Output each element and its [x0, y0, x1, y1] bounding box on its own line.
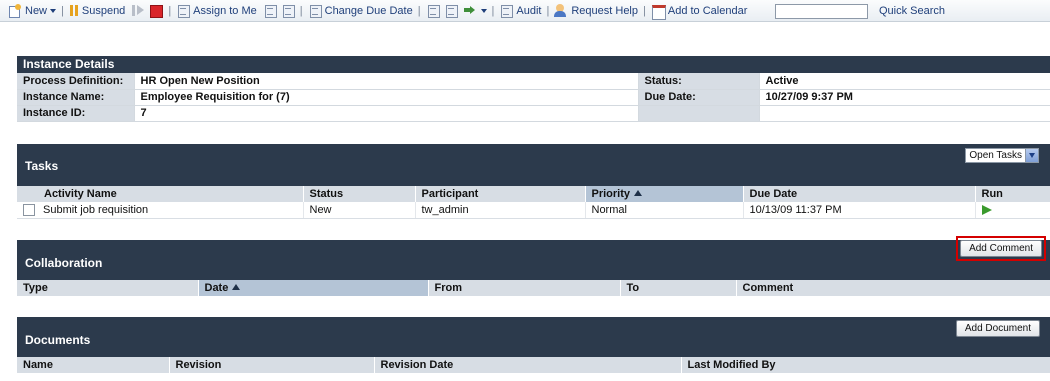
col-priority[interactable]: Priority	[585, 186, 744, 202]
new-button[interactable]: New	[8, 4, 57, 18]
assign-back-button[interactable]	[281, 4, 295, 18]
table-row: Submit job requisition New tw_admin Norm…	[17, 202, 1050, 219]
add-comment-highlight: Add Comment	[956, 236, 1046, 261]
col-date[interactable]: Date	[198, 280, 429, 296]
instance-details-table: Process Definition: HR Open New Position…	[17, 73, 1050, 122]
detail-row-name: Instance Name: Employee Requisition for …	[17, 89, 1050, 106]
instance-details-section: Instance Details Process Definition: HR …	[17, 56, 1050, 122]
view-button[interactable]	[444, 4, 458, 18]
col-comment[interactable]: Comment	[736, 280, 1050, 296]
sort-ascending-icon	[634, 190, 643, 196]
priority-button[interactable]	[426, 4, 440, 18]
task-filter-select[interactable]: Open Tasks	[965, 148, 1039, 163]
reassign-button[interactable]	[263, 4, 277, 18]
documents-table: Name Revision Revision Date Last Modifie…	[17, 357, 1050, 373]
sort-ascending-icon	[232, 284, 241, 290]
tasks-header-row: Activity Name Status Participant Priorit…	[17, 186, 1050, 202]
resume-button[interactable]	[131, 4, 145, 17]
stop-button[interactable]	[149, 4, 164, 18]
quick-search-input[interactable]	[775, 4, 868, 19]
move-icon	[463, 4, 478, 17]
help-person-icon	[554, 4, 568, 17]
new-icon	[8, 4, 22, 18]
documents-header-row: Name Revision Revision Date Last Modifie…	[17, 357, 1050, 373]
col-run[interactable]: Run	[975, 186, 1050, 202]
collaboration-header-row: Type Date From To Comment	[17, 280, 1050, 296]
add-document-button[interactable]: Add Document	[955, 320, 1040, 337]
col-due-date[interactable]: Due Date	[743, 186, 976, 202]
audit-button[interactable]: Audit	[499, 4, 541, 18]
col-status[interactable]: Status	[303, 186, 416, 202]
quick-search-link[interactable]: Quick Search	[879, 5, 945, 17]
stop-icon	[149, 4, 164, 18]
calendar-icon	[651, 4, 666, 20]
detail-row-id: Instance ID: 7	[17, 105, 1050, 122]
audit-icon	[499, 4, 514, 18]
request-help-button[interactable]: Request Help	[554, 4, 638, 17]
add-to-calendar-button[interactable]: Add to Calendar	[651, 4, 747, 20]
assign-back-icon	[281, 4, 295, 18]
instance-details-title: Instance Details	[17, 56, 1050, 73]
collaboration-table: Type Date From To Comment	[17, 280, 1050, 296]
col-name[interactable]: Name	[17, 357, 170, 373]
assign-icon	[176, 4, 191, 18]
tasks-title: Tasks	[25, 159, 59, 173]
col-last-modified-by[interactable]: Last Modified By	[681, 357, 1050, 373]
task-checkbox[interactable]	[23, 203, 35, 216]
chevron-down-icon	[480, 8, 487, 13]
tasks-table: Activity Name Status Participant Priorit…	[17, 186, 1050, 219]
change-due-date-button[interactable]: Change Due Date	[308, 4, 413, 18]
task-activity-link[interactable]: Submit job requisition	[43, 204, 148, 216]
col-revision[interactable]: Revision	[169, 357, 375, 373]
assign-to-me-button[interactable]: Assign to Me	[176, 4, 257, 18]
priority-icon	[426, 4, 440, 18]
add-comment-button[interactable]: Add Comment	[960, 240, 1042, 257]
col-activity-name[interactable]: Activity Name	[17, 186, 304, 202]
move-button[interactable]	[463, 4, 487, 17]
resume-icon	[131, 4, 145, 17]
suspend-button[interactable]: Suspend	[69, 4, 125, 17]
documents-title: Documents	[25, 333, 91, 347]
reassign-icon	[263, 4, 277, 18]
col-from[interactable]: From	[428, 280, 621, 296]
run-task-icon[interactable]	[981, 204, 992, 215]
chevron-down-icon[interactable]	[1025, 149, 1038, 162]
collaboration-section: Collaboration Add Comment Type Date From…	[17, 236, 1050, 296]
tasks-section: Tasks Open Tasks Activity Name Status Pa…	[17, 144, 1050, 219]
due-date-icon	[308, 4, 322, 18]
col-type[interactable]: Type	[17, 280, 199, 296]
chevron-down-icon	[50, 8, 57, 13]
detail-row-process: Process Definition: HR Open New Position…	[17, 73, 1050, 90]
col-revision-date[interactable]: Revision Date	[374, 357, 682, 373]
col-participant[interactable]: Participant	[415, 186, 586, 202]
collaboration-title: Collaboration	[25, 256, 103, 270]
col-to[interactable]: To	[620, 280, 737, 296]
view-icon	[444, 4, 458, 18]
documents-section: Documents Add Document Name Revision Rev…	[17, 317, 1050, 373]
pause-icon	[69, 4, 79, 17]
